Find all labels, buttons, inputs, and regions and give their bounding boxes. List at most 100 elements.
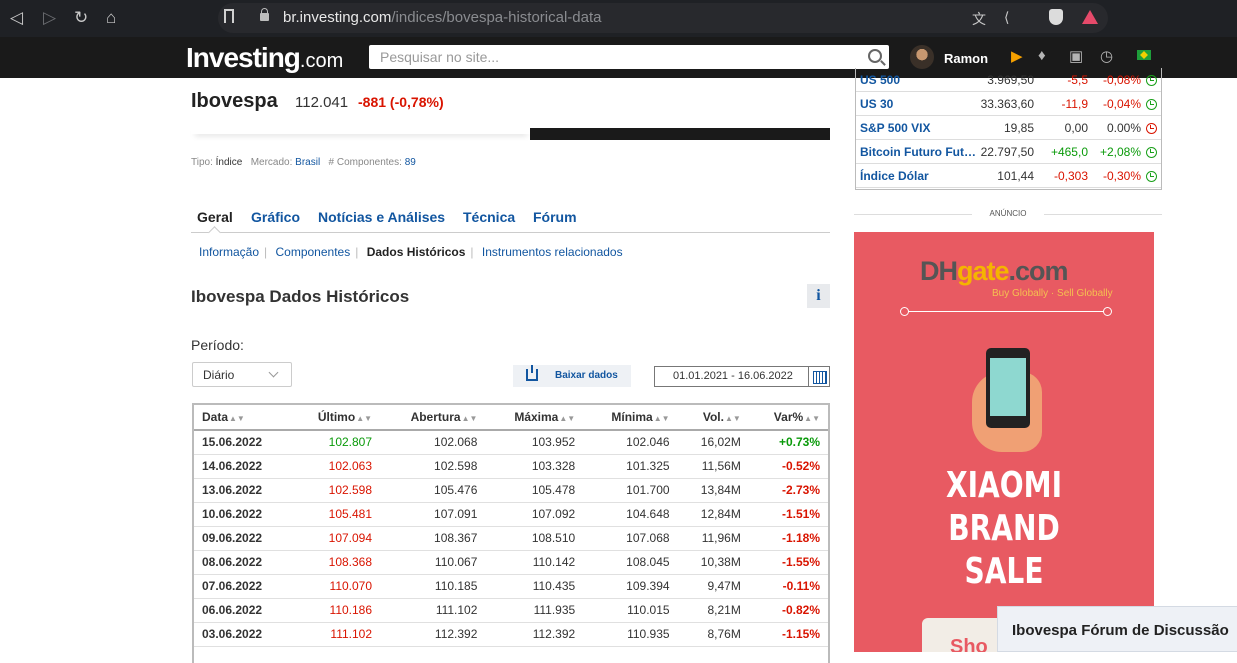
- cell-last: 108.368: [290, 550, 381, 575]
- cell-vol: 16,02M: [677, 430, 749, 455]
- share-icon[interactable]: ⟨: [1004, 9, 1009, 26]
- home-icon[interactable]: ⌂: [106, 8, 116, 28]
- pro-icon[interactable]: ▶: [1011, 47, 1023, 65]
- components-link[interactable]: 89: [405, 157, 416, 168]
- index-change-pct: 0.00%: [1106, 121, 1141, 135]
- period-select[interactable]: Diário: [192, 362, 292, 387]
- index-value: 22.797,50: [980, 145, 1034, 159]
- calendar-icon[interactable]: [808, 367, 829, 386]
- download-label: Baixar dados: [555, 370, 618, 381]
- col-abertura[interactable]: Abertura▲▼: [380, 405, 486, 431]
- col-data[interactable]: Data▲▼: [194, 405, 291, 431]
- bookmark-icon[interactable]: [224, 9, 234, 23]
- index-name[interactable]: US 500: [860, 73, 978, 87]
- col-minima[interactable]: Mínima▲▼: [583, 405, 678, 431]
- bell-icon[interactable]: ♦: [1038, 47, 1046, 64]
- market-status-clock-icon: [1146, 75, 1157, 86]
- advertisement[interactable]: DHgate.com Buy Globally · Sell Globally …: [854, 232, 1154, 652]
- cell-date: 10.06.2022: [194, 502, 291, 527]
- download-icon: [526, 365, 538, 381]
- index-change-pct: +2,08%: [1099, 145, 1141, 159]
- index-name[interactable]: S&P 500 VIX: [860, 121, 978, 135]
- table-row: 09.06.2022 107.094 108.367 108.510 107.068 11…: [194, 526, 828, 551]
- brazil-flag-icon[interactable]: [1137, 50, 1151, 60]
- subnav-dados-historicos[interactable]: Dados Históricos: [367, 245, 466, 259]
- index-name[interactable]: Bitcoin Futuro Futuros: [860, 145, 978, 159]
- tab-geral[interactable]: Geral: [197, 209, 233, 225]
- download-button[interactable]: Baixar dados: [513, 365, 631, 387]
- tab-grafico[interactable]: Gráfico: [251, 209, 300, 225]
- market-status-clock-icon: [1146, 171, 1157, 182]
- table-row: 03.06.2022 111.102 112.392 112.392 110.935 8,…: [194, 622, 828, 647]
- index-value: 101,44: [997, 169, 1034, 183]
- search-icon[interactable]: [868, 49, 882, 63]
- url-text[interactable]: br.investing.com/indices/bovespa-histori…: [283, 9, 602, 26]
- brave-shield-icon[interactable]: [1049, 9, 1063, 25]
- lock-icon[interactable]: [260, 8, 269, 21]
- cell-high: 111.935: [485, 598, 584, 623]
- table-row: 14.06.2022 102.063 102.598 103.328 101.325 11…: [194, 454, 828, 479]
- reload-icon[interactable]: ↻: [74, 8, 88, 28]
- back-icon[interactable]: ◁: [10, 8, 23, 28]
- avatar[interactable]: [910, 45, 934, 69]
- col-ultimo[interactable]: Último▲▼: [290, 405, 381, 431]
- market-status-clock-icon: [1146, 147, 1157, 158]
- cell-pct: -1.18%: [748, 526, 828, 551]
- search-input[interactable]: Pesquisar no site...: [369, 45, 889, 69]
- cell-pct: -0.82%: [748, 598, 828, 623]
- cell-date: 09.06.2022: [194, 526, 291, 551]
- subnav-instrumentos[interactable]: Instrumentos relacionados: [482, 245, 623, 259]
- cell-vol: 12,84M: [677, 502, 749, 527]
- forward-icon[interactable]: ▷: [43, 8, 56, 28]
- tab-forum[interactable]: Fórum: [533, 209, 577, 225]
- cell-last: 102.807: [290, 430, 381, 455]
- cell-open: 110.067: [380, 550, 486, 575]
- index-name[interactable]: US 30: [860, 97, 978, 111]
- cell-last: 102.063: [290, 454, 381, 479]
- clock-icon[interactable]: ◷: [1100, 47, 1113, 65]
- index-row[interactable]: S&P 500 VIX 19,85 0,00 0.00%: [856, 116, 1161, 140]
- cell-last: 110.186: [290, 598, 381, 623]
- subnav-informacao[interactable]: Informação: [199, 245, 259, 259]
- index-name[interactable]: Índice Dólar: [860, 169, 978, 183]
- col-var[interactable]: Var%▲▼: [748, 405, 828, 431]
- market-link[interactable]: Brasil: [295, 157, 320, 168]
- cell-low: 110.935: [583, 622, 678, 647]
- cell-open: 110.185: [380, 574, 486, 599]
- brave-rewards-icon[interactable]: [1082, 10, 1098, 24]
- subnav-componentes[interactable]: Componentes: [276, 245, 351, 259]
- historical-table: Data▲▼ Último▲▼ Abertura▲▼ Máxima▲▼ Míni…: [192, 403, 830, 663]
- tab-tecnica[interactable]: Técnica: [463, 209, 515, 225]
- cell-last: 102.598: [290, 478, 381, 503]
- index-row[interactable]: US 30 33.363,60 -11,9 -0,04%: [856, 92, 1161, 116]
- cell-high: 112.392: [485, 622, 584, 647]
- address-bar[interactable]: br.investing.com/indices/bovespa-histori…: [218, 3, 1108, 33]
- user-name[interactable]: Ramon: [944, 51, 988, 66]
- col-maxima[interactable]: Máxima▲▼: [485, 405, 584, 431]
- cell-pct: -1.51%: [748, 502, 828, 527]
- index-row[interactable]: Bitcoin Futuro Futuros 22.797,50 +465,0 +2,…: [856, 140, 1161, 164]
- cell-low: 104.648: [583, 502, 678, 527]
- ad-brand-logo: DHgate.com: [920, 256, 1069, 286]
- date-range-picker[interactable]: 01.01.2021 - 16.06.2022: [654, 366, 830, 387]
- cell-high: 108.510: [485, 526, 584, 551]
- forum-panel[interactable]: Ibovespa Fórum de Discussão: [997, 606, 1237, 652]
- cell-open: 102.598: [380, 454, 486, 479]
- page-title: Ibovespa: [191, 90, 278, 112]
- cell-date: 08.06.2022: [194, 550, 291, 575]
- translate-icon[interactable]: 文: [972, 9, 986, 29]
- portfolio-icon[interactable]: ▣: [1069, 47, 1083, 65]
- cell-open: 111.102: [380, 598, 486, 623]
- section-tabs: Geral Gráfico Notícias e Análises Técnic…: [191, 208, 830, 233]
- tab-noticias[interactable]: Notícias e Análises: [318, 209, 445, 225]
- cell-date: 15.06.2022: [194, 430, 291, 455]
- cell-pct: -0.11%: [748, 574, 828, 599]
- cell-vol: 11,96M: [677, 526, 749, 551]
- cell-pct: -2.73%: [748, 478, 828, 503]
- ad-dot: [1103, 307, 1112, 316]
- info-button[interactable]: i: [807, 284, 830, 308]
- col-vol[interactable]: Vol.▲▼: [677, 405, 749, 431]
- investing-logo[interactable]: Investing.com: [186, 42, 343, 74]
- index-row[interactable]: Índice Dólar 101,44 -0,303 -0,30%: [856, 164, 1161, 188]
- index-row[interactable]: US 500 3.969,50 -5,5 -0,08%: [856, 68, 1161, 92]
